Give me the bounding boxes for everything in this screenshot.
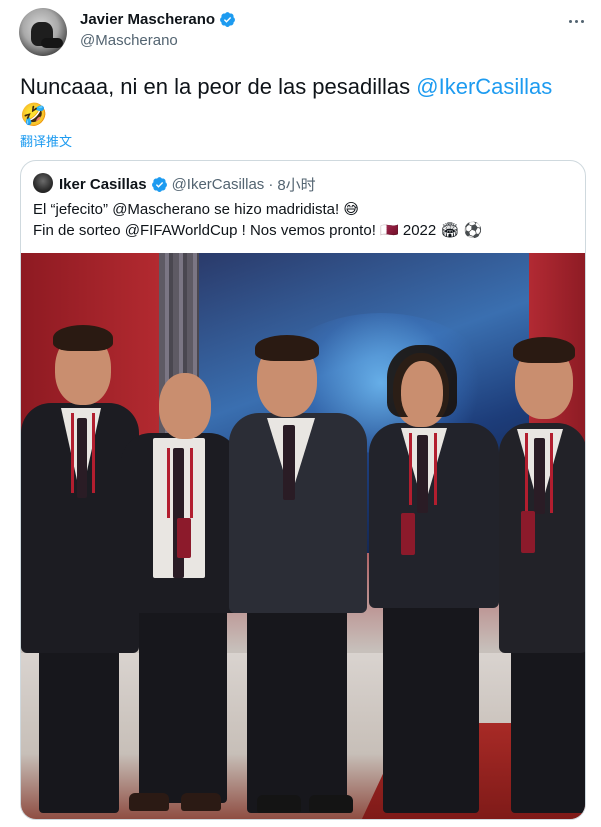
quoted-tweet[interactable]: Iker Casillas @IkerCasillas · 8小时 El “je… bbox=[20, 160, 586, 820]
mention-link[interactable]: @IkerCasillas bbox=[416, 74, 552, 99]
verified-badge-icon bbox=[151, 177, 167, 192]
author-block: Javier Mascherano @Mascherano bbox=[80, 11, 236, 49]
tweet-text-body: Nuncaaa, ni en la peor de las pesadillas bbox=[20, 74, 417, 99]
verified-badge-icon bbox=[220, 12, 236, 27]
author-name-row[interactable]: Javier Mascherano bbox=[80, 11, 236, 28]
separator-dot: · bbox=[268, 176, 274, 193]
tweet-text: Nuncaaa, ni en la peor de las pesadillas… bbox=[20, 72, 585, 101]
quoted-author-name[interactable]: Iker Casillas bbox=[59, 176, 147, 193]
author-handle[interactable]: @Mascherano bbox=[80, 32, 236, 49]
more-options-icon[interactable] bbox=[563, 12, 589, 30]
author-display-name[interactable]: Javier Mascherano bbox=[80, 11, 215, 28]
more-dot bbox=[574, 19, 578, 23]
quoted-text: El “jefecito” @Mascherano se hizo madrid… bbox=[33, 199, 573, 241]
rofl-emoji-icon: 🤣 bbox=[20, 102, 48, 127]
quoted-text-line-1: El “jefecito” @Mascherano se hizo madrid… bbox=[33, 201, 359, 218]
author-avatar[interactable] bbox=[19, 8, 67, 56]
quoted-text-line-2: Fin de sorteo @FIFAWorldCup ! Nos vemos … bbox=[33, 222, 483, 239]
quoted-header: Iker Casillas @IkerCasillas · 8小时 bbox=[59, 174, 316, 195]
avatar-figure-shadow bbox=[41, 38, 63, 48]
more-dot bbox=[568, 19, 572, 23]
translate-tweet-link[interactable]: 翻译推文 bbox=[20, 131, 72, 150]
more-dot bbox=[580, 19, 584, 23]
quoted-author-handle[interactable]: @IkerCasillas bbox=[172, 176, 265, 193]
quoted-author-avatar[interactable] bbox=[33, 173, 53, 193]
group-photo-image[interactable] bbox=[21, 253, 585, 819]
quoted-timestamp[interactable]: 8小时 bbox=[277, 174, 315, 195]
tweet: Javier Mascherano @Mascherano Nuncaaa, n… bbox=[0, 0, 601, 827]
